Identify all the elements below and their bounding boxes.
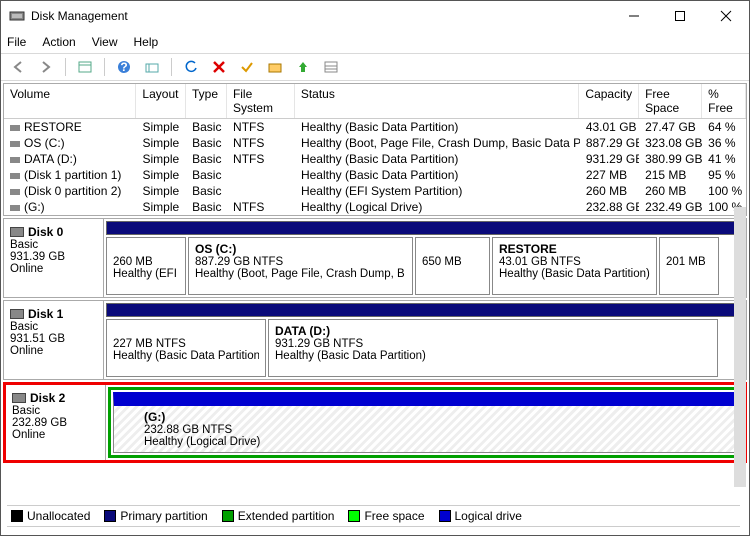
- help-button[interactable]: ?: [113, 56, 135, 78]
- legend: Unallocated Primary partition Extended par…: [7, 505, 740, 527]
- disk-info: Disk 0 Basic 931.39 GB Online: [4, 219, 104, 297]
- close-button[interactable]: [703, 1, 749, 31]
- volume-row[interactable]: DATA (D:)SimpleBasicNTFSHealthy (Basic D…: [4, 151, 746, 167]
- separator: [65, 58, 66, 76]
- list-button[interactable]: [320, 56, 342, 78]
- legend-item: Primary partition: [104, 509, 207, 523]
- partition[interactable]: DATA (D:)931.29 GB NTFSHealthy (Basic Da…: [268, 319, 718, 377]
- partition[interactable]: 201 MB: [659, 237, 719, 295]
- col-pctfree[interactable]: % Free: [702, 84, 746, 118]
- col-layout[interactable]: Layout: [136, 84, 186, 118]
- col-filesystem[interactable]: File System: [227, 84, 295, 118]
- volume-row[interactable]: (G:)SimpleBasicNTFSHealthy (Logical Driv…: [4, 199, 746, 215]
- volume-icon: [10, 189, 20, 195]
- partition[interactable]: RESTORE43.01 GB NTFSHealthy (Basic Data …: [492, 237, 657, 295]
- col-type[interactable]: Type: [186, 84, 227, 118]
- disk-row-2[interactable]: Disk 2 Basic 232.89 GB Online (G:) 232.8…: [3, 382, 747, 463]
- volume-icon: [10, 141, 20, 147]
- volume-list: Volume Layout Type File System Status Ca…: [3, 83, 747, 216]
- minimize-button[interactable]: [611, 1, 657, 31]
- volume-icon: [10, 157, 20, 163]
- col-volume[interactable]: Volume: [4, 84, 136, 118]
- partition[interactable]: 260 MBHealthy (EFI Sy: [106, 237, 186, 295]
- partition[interactable]: 650 MB: [415, 237, 490, 295]
- disk-map: Disk 0 Basic 931.39 GB Online 260 MBHeal…: [3, 218, 747, 463]
- volume-icon: [10, 173, 20, 179]
- partition[interactable]: 227 MB NTFSHealthy (Basic Data Partition…: [106, 319, 266, 377]
- disk-info: Disk 2 Basic 232.89 GB Online: [6, 385, 106, 460]
- menubar: File Action View Help: [1, 31, 749, 53]
- disk-row-1[interactable]: Disk 1 Basic 931.51 GB Online 227 MB NTF…: [3, 300, 747, 380]
- legend-item: Free space: [348, 509, 424, 523]
- titlebar: Disk Management: [1, 1, 749, 31]
- settings-button[interactable]: [141, 56, 163, 78]
- volume-row[interactable]: (Disk 1 partition 1)SimpleBasicHealthy (…: [4, 167, 746, 183]
- legend-item: Unallocated: [11, 509, 90, 523]
- disk-icon: [10, 309, 24, 319]
- maximize-button[interactable]: [657, 1, 703, 31]
- col-freespace[interactable]: Free Space: [639, 84, 702, 118]
- volume-icon: [10, 125, 20, 131]
- disk-icon: [12, 393, 26, 403]
- volume-row[interactable]: OS (C:)SimpleBasicNTFSHealthy (Boot, Pag…: [4, 135, 746, 151]
- menu-action[interactable]: Action: [42, 35, 75, 49]
- disk-icon: [10, 227, 24, 237]
- disk-bar: [106, 221, 744, 235]
- menu-view[interactable]: View: [92, 35, 118, 49]
- volume-row[interactable]: RESTORESimpleBasicNTFSHealthy (Basic Dat…: [4, 119, 746, 135]
- refresh-button[interactable]: [180, 56, 202, 78]
- delete-button[interactable]: [208, 56, 230, 78]
- partition[interactable]: OS (C:)887.29 GB NTFSHealthy (Boot, Page…: [188, 237, 413, 295]
- separator: [171, 58, 172, 76]
- disk-info: Disk 1 Basic 931.51 GB Online: [4, 301, 104, 379]
- checkmark-icon[interactable]: [236, 56, 258, 78]
- toolbar: ?: [1, 53, 749, 81]
- separator: [104, 58, 105, 76]
- arrow-up-button[interactable]: [292, 56, 314, 78]
- scrollbar[interactable]: [734, 207, 746, 487]
- extended-partition[interactable]: (G:) 232.88 GB NTFS Healthy (Logical Dri…: [108, 387, 742, 458]
- legend-item: Logical drive: [439, 509, 522, 523]
- col-capacity[interactable]: Capacity: [579, 84, 639, 118]
- volume-row[interactable]: (Disk 0 partition 2)SimpleBasicHealthy (…: [4, 183, 746, 199]
- volume-list-header[interactable]: Volume Layout Type File System Status Ca…: [4, 84, 746, 119]
- back-button[interactable]: [7, 56, 29, 78]
- new-folder-button[interactable]: [264, 56, 286, 78]
- diskmgmt-icon: [9, 8, 25, 24]
- svg-text:?: ?: [120, 60, 127, 74]
- disk-bar: [106, 303, 744, 317]
- window-title: Disk Management: [31, 9, 611, 23]
- show-hide-button[interactable]: [74, 56, 96, 78]
- forward-button[interactable]: [35, 56, 57, 78]
- col-status[interactable]: Status: [295, 84, 580, 118]
- menu-file[interactable]: File: [7, 35, 26, 49]
- disk-row-0[interactable]: Disk 0 Basic 931.39 GB Online 260 MBHeal…: [3, 218, 747, 298]
- logical-drive[interactable]: (G:) 232.88 GB NTFS Healthy (Logical Dri…: [113, 392, 737, 453]
- legend-item: Extended partition: [222, 509, 335, 523]
- menu-help[interactable]: Help: [134, 35, 159, 49]
- volume-icon: [10, 205, 20, 211]
